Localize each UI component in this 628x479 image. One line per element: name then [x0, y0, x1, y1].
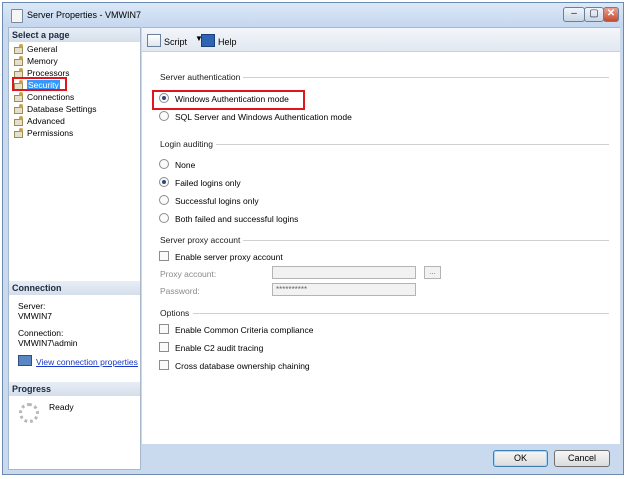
script-icon	[147, 34, 161, 47]
ok-button[interactable]: OK	[493, 450, 548, 467]
proxy-password-field[interactable]: **********	[272, 283, 416, 296]
toolbar: Script ▼ Help	[142, 28, 620, 52]
radio-unchecked-icon	[159, 195, 169, 205]
checkbox-unchecked-icon	[159, 360, 169, 370]
group-divider	[243, 77, 609, 78]
common-criteria-checkbox[interactable]: Enable Common Criteria compliance	[159, 324, 313, 336]
radio-unchecked-icon	[159, 213, 169, 223]
checkbox-unchecked-icon	[159, 342, 169, 352]
page-item-database-settings[interactable]: Database Settings	[14, 103, 96, 115]
connection-header: Connection	[9, 281, 140, 295]
page-item-advanced[interactable]: Advanced	[14, 115, 65, 127]
help-icon	[201, 34, 215, 47]
page-item-connections[interactable]: Connections	[14, 91, 74, 103]
login-auditing-title: Login auditing	[160, 139, 213, 149]
page-item-memory[interactable]: Memory	[14, 55, 58, 67]
page-icon	[14, 116, 24, 126]
title-bar[interactable]: Server Properties - VMWIN7 – ▢ ✕	[3, 3, 623, 27]
proxy-account-label: Proxy account:	[160, 269, 217, 279]
audit-both-radio[interactable]: Both failed and successful logins	[159, 213, 298, 225]
progress-header: Progress	[9, 382, 140, 396]
radio-unchecked-icon	[159, 111, 169, 121]
checkbox-unchecked-icon	[159, 251, 169, 261]
checkbox-unchecked-icon	[159, 324, 169, 334]
c2-audit-checkbox[interactable]: Enable C2 audit tracing	[159, 342, 263, 354]
select-a-page-header: Select a page	[9, 28, 140, 42]
page-icon	[14, 68, 24, 78]
server-value: VMWIN7	[18, 311, 52, 321]
maximize-button[interactable]: ▢	[584, 7, 604, 22]
proxy-account-field[interactable]	[272, 266, 416, 279]
cancel-button[interactable]: Cancel	[554, 450, 610, 467]
minimize-button[interactable]: –	[563, 7, 585, 22]
page-icon	[14, 104, 24, 114]
page-icon	[14, 56, 24, 66]
audit-none-radio[interactable]: None	[159, 159, 195, 171]
connection-label: Connection:	[18, 328, 64, 338]
close-button[interactable]: ✕	[603, 7, 619, 22]
left-pane: Select a page General Memory Processors …	[8, 27, 141, 470]
page-icon	[14, 128, 24, 138]
sql-windows-authentication-radio[interactable]: SQL Server and Windows Authentication mo…	[159, 111, 352, 123]
connection-properties-icon	[18, 355, 32, 366]
script-button[interactable]: Script	[147, 34, 187, 47]
options-title: Options	[160, 308, 190, 318]
progress-spinner-icon	[19, 403, 39, 423]
page-item-general[interactable]: General	[14, 43, 57, 55]
server-label: Server:	[18, 301, 46, 311]
page-item-permissions[interactable]: Permissions	[14, 127, 73, 139]
server-authentication-title: Server authentication	[160, 72, 241, 82]
page-icon	[14, 92, 24, 102]
window-app-icon	[11, 9, 23, 23]
security-highlight-box	[12, 77, 67, 91]
audit-failed-only-radio[interactable]: Failed logins only	[159, 177, 241, 189]
help-button[interactable]: Help	[201, 34, 237, 47]
view-connection-properties-link[interactable]: View connection properties	[18, 355, 138, 367]
progress-status: Ready	[49, 402, 74, 412]
windows-authentication-highlight-box	[152, 90, 305, 110]
radio-unchecked-icon	[159, 159, 169, 169]
page-icon	[14, 44, 24, 54]
proxy-password-label: Password:	[160, 286, 200, 296]
server-proxy-account-title: Server proxy account	[160, 235, 241, 245]
enable-proxy-checkbox[interactable]: Enable server proxy account	[159, 251, 283, 263]
group-divider	[243, 240, 609, 241]
proxy-browse-button[interactable]: ...	[424, 266, 441, 279]
radio-checked-icon	[159, 177, 169, 187]
audit-successful-only-radio[interactable]: Successful logins only	[159, 195, 259, 207]
group-divider	[193, 313, 609, 314]
connection-value: VMWIN7\admin	[18, 338, 78, 348]
group-divider	[216, 144, 609, 145]
server-properties-window: Server Properties - VMWIN7 – ▢ ✕ Select …	[2, 2, 624, 475]
cross-db-ownership-checkbox[interactable]: Cross database ownership chaining	[159, 360, 310, 372]
window-title: Server Properties - VMWIN7	[27, 10, 142, 20]
